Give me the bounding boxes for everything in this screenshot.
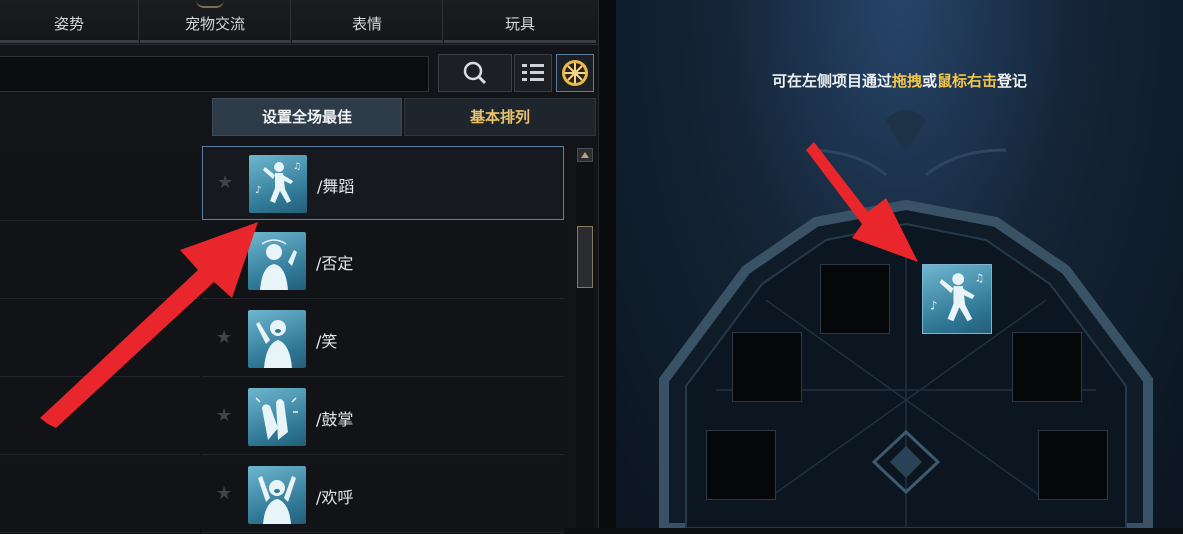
- wheel-slot[interactable]: [706, 430, 776, 500]
- search-icon: [463, 61, 487, 85]
- dance-icon: ♪♫: [249, 155, 307, 213]
- tab-expression[interactable]: 表情: [292, 0, 443, 43]
- favorite-star-icon[interactable]: ★: [216, 327, 232, 348]
- list-item[interactable]: ★ /鼓掌: [0, 380, 566, 456]
- list-view-icon: [522, 64, 544, 81]
- category-tabbar: 姿势 宠物交流 表情 玩具: [0, 0, 598, 45]
- favorite-star-icon[interactable]: ★: [216, 483, 232, 504]
- search-button[interactable]: [438, 54, 512, 92]
- list-item[interactable]: ★ /欢呼: [0, 458, 566, 534]
- wheel-slot-dance[interactable]: ♪ ♫: [922, 264, 992, 334]
- tab-pose[interactable]: 姿势: [0, 0, 139, 43]
- list-item[interactable]: ★ ♪ ♫ /舞蹈: [0, 146, 566, 222]
- svg-text:♫: ♫: [975, 272, 984, 284]
- emote-label: /笑: [316, 332, 338, 351]
- clap-icon: [248, 388, 306, 446]
- scroll-up-button[interactable]: [577, 148, 593, 162]
- wheel-view-button[interactable]: [556, 54, 594, 92]
- tab-toy[interactable]: 玩具: [444, 0, 596, 43]
- svg-text:♪: ♪: [255, 185, 261, 196]
- wheel-slot[interactable]: [1012, 332, 1082, 402]
- wheel-slot[interactable]: [1038, 430, 1108, 500]
- wheel-slot[interactable]: [820, 264, 890, 334]
- dance-icon: ♪♫: [930, 272, 984, 322]
- list-item[interactable]: ★ /否定: [0, 224, 566, 300]
- wheel-slot[interactable]: [732, 332, 802, 402]
- emote-label: /舞蹈: [317, 177, 355, 196]
- basic-sort-button[interactable]: 基本排列: [404, 98, 596, 136]
- emote-label: /鼓掌: [316, 410, 354, 429]
- wheel-view-icon: [562, 60, 588, 86]
- emote-label: /否定: [316, 254, 354, 273]
- favorite-star-icon[interactable]: ★: [216, 249, 232, 270]
- emote-list-panel: 姿势 宠物交流 表情 玩具 设置全场最佳 基本排列 ★ ♪ ♫ /舞蹈 ★ /否…: [0, 0, 598, 533]
- scroll-thumb[interactable]: [577, 226, 593, 288]
- svg-text:♪: ♪: [930, 299, 937, 313]
- emote-list: ★ ♪ ♫ /舞蹈 ★ /否定 ★ /笑 ★ /鼓掌 ★ /欢呼: [0, 144, 566, 533]
- list-view-button[interactable]: [514, 54, 552, 92]
- laugh-icon: [248, 310, 306, 368]
- cheer-icon: [248, 466, 306, 524]
- list-item[interactable]: ★ /笑: [0, 302, 566, 378]
- favorite-star-icon[interactable]: ★: [217, 172, 233, 193]
- svg-text:♫: ♫: [293, 162, 301, 172]
- search-input[interactable]: [0, 56, 429, 92]
- list-scrollbar[interactable]: [576, 148, 594, 528]
- register-hint: 可在左侧项目通过拖拽或鼠标右击登记: [771, 72, 1028, 90]
- emote-label: /欢呼: [316, 488, 354, 507]
- tab-ornament: [196, 0, 224, 8]
- favorite-star-icon[interactable]: ★: [216, 405, 232, 426]
- panel-divider: [598, 0, 618, 528]
- deny-icon: [248, 232, 306, 290]
- emote-wheel-panel: 可在左侧项目通过拖拽或鼠标右击登记 ♪ ♫: [616, 0, 1183, 528]
- set-best-button[interactable]: 设置全场最佳: [212, 98, 402, 136]
